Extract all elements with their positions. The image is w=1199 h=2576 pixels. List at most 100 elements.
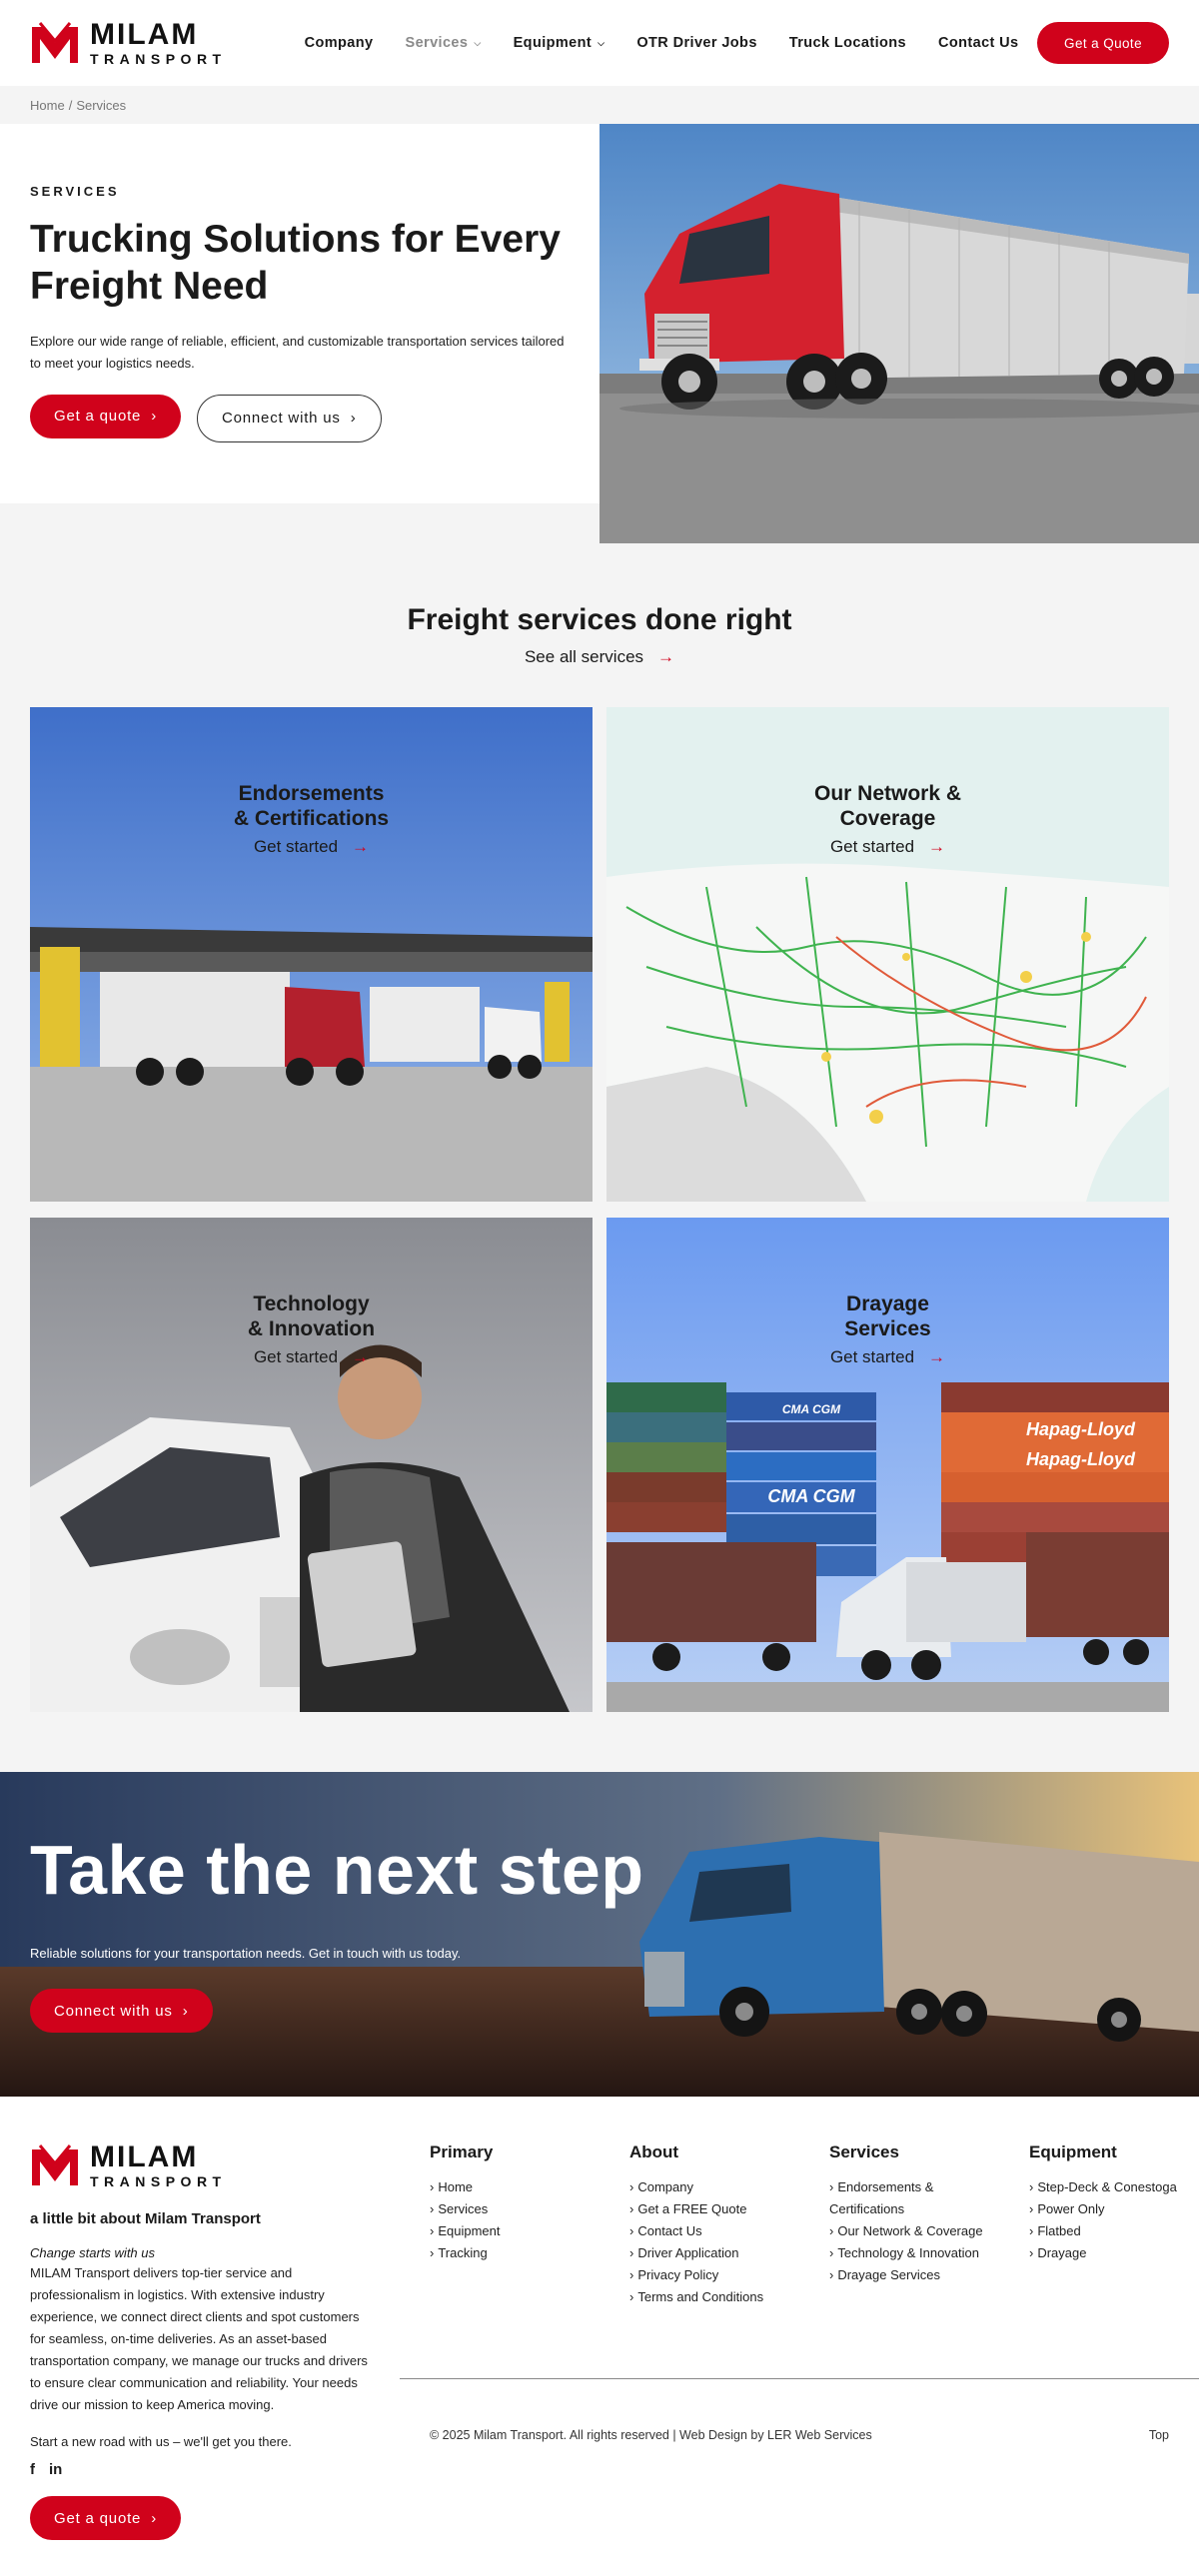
chevron-down-icon: ⌵	[474, 37, 482, 48]
chevron-right-icon: ›	[350, 410, 357, 428]
footer-link[interactable]: Company	[629, 2176, 829, 2198]
service-card-technology[interactable]: Technology & Innovation Get started →	[30, 1218, 593, 1712]
service-card-drayage[interactable]: CMA CGM Hapag-Lloyd Hapag-Lloyd CMA CGM …	[606, 1218, 1169, 1712]
footer-col-title: Equipment	[1029, 2143, 1117, 2161]
logo-name: MILAM	[90, 18, 199, 51]
footer-link[interactable]: Equipment	[430, 2220, 629, 2242]
footer-link[interactable]: Terms and Conditions	[629, 2286, 829, 2308]
breadcrumb-separator: /	[68, 97, 73, 113]
chevron-right-icon: ›	[151, 408, 157, 426]
facebook-icon[interactable]: f	[30, 2461, 35, 2478]
footer-link[interactable]: Services	[430, 2198, 629, 2220]
arrow-right-icon: →	[352, 1347, 370, 1367]
footer-link[interactable]: Technology & Innovation	[829, 2242, 1029, 2264]
container-label: CMA CGM	[767, 1486, 855, 1506]
footer-columns: Primary Home Services Equipment Tracking…	[430, 2143, 1199, 2308]
service-card-network[interactable]: Our Network & Coverage Get started →	[606, 707, 1169, 1202]
main-nav: Company Services ⌵ Equipment ⌵ OTR Driver …	[305, 35, 1019, 51]
footer-link[interactable]: Flatbed	[1029, 2220, 1199, 2242]
card-get-started: Get started →	[829, 1347, 946, 1367]
cta-title: Take the next step	[30, 1831, 644, 1909]
get-quote-button[interactable]: Get a Quote	[1037, 22, 1169, 64]
arrow-right-icon: →	[352, 837, 370, 857]
footer-link[interactable]: Privacy Policy	[629, 2264, 829, 2286]
footer-road: Start a new road with us – we'll get you…	[30, 2434, 292, 2449]
social-links: f in	[30, 2461, 375, 2478]
footer-divider	[400, 2378, 1199, 2379]
container-label: Hapag-Lloyd	[1026, 1449, 1136, 1469]
hero-description: Explore our wide range of reliable, effi…	[30, 333, 565, 371]
card-title: Technology & Innovation	[247, 1292, 376, 1341]
footer-link[interactable]: Drayage	[1029, 2242, 1199, 2264]
services-section: Freight services done right See all serv…	[0, 543, 1199, 1772]
cta-banner: Take the next step Reliable solutions fo…	[0, 1772, 1199, 2097]
logo-name: MILAM	[90, 2141, 199, 2173]
footer-link[interactable]: Our Network & Coverage	[829, 2220, 1029, 2242]
footer-get-quote-button[interactable]: Get a quote ›	[30, 2496, 181, 2540]
logo-sub: TRANSPORT	[90, 2173, 227, 2189]
back-to-top-link[interactable]: Top	[1149, 2428, 1169, 2442]
footer-link[interactable]: Endorsements & Certifications	[829, 2176, 1029, 2220]
nav-company[interactable]: Company	[305, 35, 374, 51]
breadcrumb-current: Services	[76, 97, 127, 113]
logo-mark-icon	[32, 2145, 78, 2185]
arrow-right-icon: →	[928, 1347, 946, 1367]
nav-services[interactable]: Services ⌵	[406, 35, 482, 51]
card-get-started: Get started →	[253, 1347, 370, 1367]
footer-col-about: About Company Get a FREE Quote Contact U…	[629, 2143, 829, 2308]
hero-truck-image	[600, 124, 1199, 543]
see-all-services-link[interactable]: See all services →	[30, 647, 1169, 667]
arrow-right-icon: →	[928, 837, 946, 857]
logo-mark-icon	[32, 22, 78, 63]
cta-connect-button[interactable]: Connect with us ›	[30, 1989, 213, 2033]
footer-italic: Change starts with us	[30, 2245, 156, 2260]
footer-col-title: Services	[829, 2143, 899, 2161]
hero-connect-button[interactable]: Connect with us ›	[197, 394, 382, 442]
arrow-right-icon: →	[657, 647, 675, 666]
footer-link[interactable]: Home	[430, 2176, 629, 2198]
logo-sub: TRANSPORT	[90, 51, 227, 67]
footer-col-services: Services Endorsements & Certifications O…	[829, 2143, 1029, 2308]
nav-truck-locations[interactable]: Truck Locations	[789, 35, 906, 51]
linkedin-icon[interactable]: in	[49, 2461, 62, 2478]
services-title: Freight services done right	[407, 603, 792, 636]
site-footer: MILAM TRANSPORT a little bit about Milam…	[0, 2097, 1199, 2576]
container-label: Hapag-Lloyd	[1026, 1419, 1136, 1439]
breadcrumb-home[interactable]: Home	[30, 98, 65, 113]
service-card-endorsements[interactable]: Endorsements & Certifications Get starte…	[30, 707, 593, 1202]
footer-link[interactable]: Driver Application	[629, 2242, 829, 2264]
page-title: Trucking Solutions for Every Freight Nee…	[30, 218, 561, 308]
footer-tagline: a little bit about Milam Transport	[30, 2210, 261, 2227]
copyright: © 2025 Milam Transport. All rights reser…	[430, 2428, 872, 2442]
card-title: Our Network & Coverage	[813, 782, 962, 831]
footer-logo[interactable]: MILAM TRANSPORT	[30, 2143, 375, 2188]
footer-link[interactable]: Contact Us	[629, 2220, 829, 2242]
footer-link[interactable]: Tracking	[430, 2242, 629, 2264]
card-title: Endorsements & Certifications	[233, 782, 390, 831]
footer-col-title: About	[629, 2143, 679, 2161]
nav-otr-driver-jobs[interactable]: OTR Driver Jobs	[636, 35, 756, 51]
site-header: MILAM TRANSPORT Company Services ⌵ Equipm…	[0, 0, 1199, 86]
hero-get-quote-button[interactable]: Get a quote ›	[30, 394, 181, 438]
footer-col-title: Primary	[430, 2143, 494, 2161]
breadcrumb: Home / Services	[0, 86, 1199, 124]
nav-contact-us[interactable]: Contact Us	[938, 35, 1019, 51]
cta-description: Reliable solutions for your transportati…	[30, 1946, 462, 1961]
container-label: CMA CGM	[782, 1402, 841, 1416]
footer-col-primary: Primary Home Services Equipment Tracking	[430, 2143, 629, 2308]
footer-link[interactable]: Drayage Services	[829, 2264, 1029, 2286]
card-title: Drayage Services	[844, 1292, 931, 1341]
footer-about: MILAM Transport delivers top-tier servic…	[30, 2265, 368, 2412]
chevron-right-icon: ›	[182, 2002, 189, 2020]
chevron-right-icon: ›	[151, 2509, 157, 2527]
footer-col-equipment: Equipment Step-Deck & Conestoga Power On…	[1029, 2143, 1199, 2308]
footer-link[interactable]: Get a FREE Quote	[629, 2198, 829, 2220]
nav-equipment[interactable]: Equipment ⌵	[514, 35, 605, 51]
logo[interactable]: MILAM TRANSPORT	[30, 20, 227, 66]
card-get-started: Get started →	[253, 837, 370, 857]
hero-eyebrow: SERVICES	[30, 184, 120, 199]
footer-link[interactable]: Power Only	[1029, 2198, 1199, 2220]
card-get-started: Get started →	[829, 837, 946, 857]
footer-link[interactable]: Step-Deck & Conestoga	[1029, 2176, 1199, 2198]
hero-section: SERVICES Trucking Solutions for Every Fr…	[0, 124, 1199, 543]
